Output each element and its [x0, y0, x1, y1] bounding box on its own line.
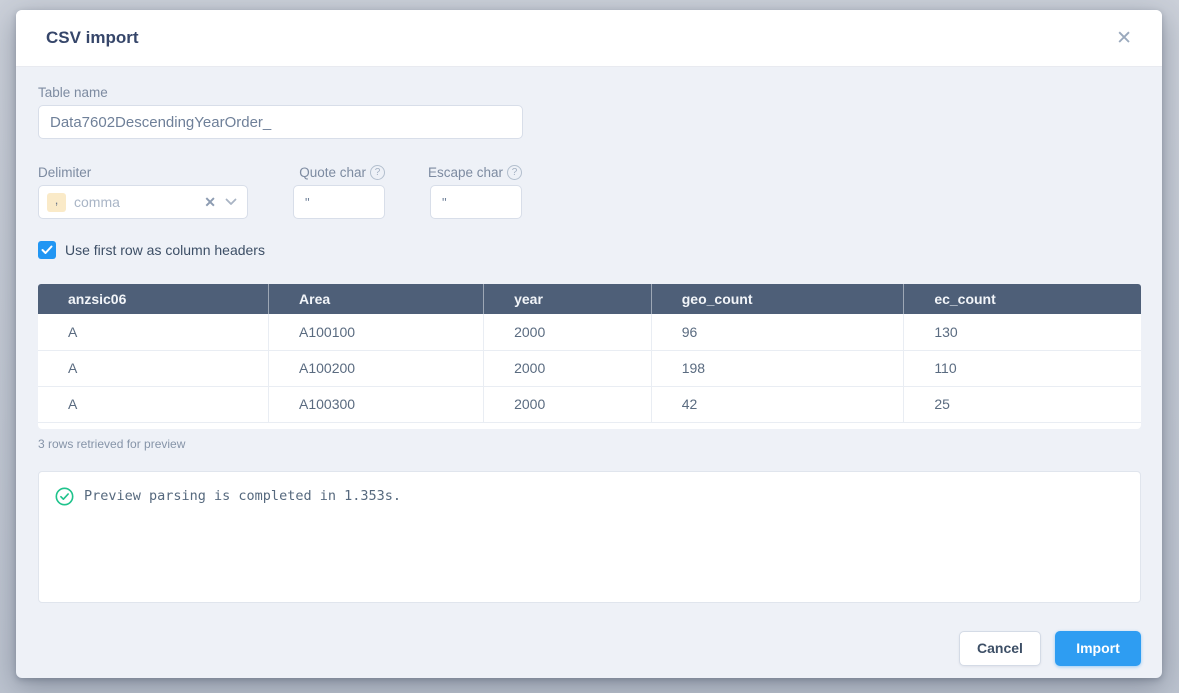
table-cell: 110 [904, 350, 1141, 386]
table-row: AA1002002000198110 [38, 350, 1141, 386]
help-icon[interactable]: ? [370, 165, 385, 180]
quote-char-input[interactable] [293, 185, 385, 219]
quote-char-label: Quote char ? [293, 165, 385, 180]
delimiter-char-badge: , [47, 193, 66, 212]
preview-table-header: anzsic06Areayeargeo_countec_count [38, 284, 1141, 314]
preview-table-body: AA100100200096130AA1002002000198110AA100… [38, 314, 1141, 422]
table-cell: 96 [651, 314, 904, 350]
log-message: Preview parsing is completed in 1.353s. [84, 488, 401, 504]
table-row: AA100100200096130 [38, 314, 1141, 350]
dialog-header: CSV import ✕ [16, 10, 1162, 67]
dialog-body: Table name Delimiter , comma ✕ [16, 67, 1162, 603]
table-cell: 2000 [484, 314, 652, 350]
dialog-footer: Cancel Import [16, 631, 1162, 679]
checkbox-checked-icon[interactable] [38, 241, 56, 259]
escape-char-label: Escape char ? [430, 165, 522, 180]
table-cell: A100200 [269, 350, 484, 386]
table-cell: A [38, 386, 269, 422]
escape-char-group: Escape char ? [430, 165, 522, 219]
cancel-button[interactable]: Cancel [959, 631, 1041, 666]
first-row-headers-checkbox-row[interactable]: Use first row as column headers [38, 241, 1141, 259]
preview-table-container: anzsic06Areayeargeo_countec_count AA1001… [38, 284, 1141, 429]
delimiter-label: Delimiter [38, 165, 248, 180]
success-check-icon [55, 487, 74, 506]
preview-table: anzsic06Areayeargeo_countec_count AA1001… [38, 284, 1141, 423]
quote-char-group: Quote char ? [293, 165, 385, 219]
table-cell: 2000 [484, 350, 652, 386]
help-icon[interactable]: ? [507, 165, 522, 180]
table-cell: A [38, 314, 269, 350]
options-row: Delimiter , comma ✕ Quote char ? [38, 165, 1141, 219]
table-name-label: Table name [38, 85, 1141, 100]
table-cell: A100300 [269, 386, 484, 422]
column-header: ec_count [904, 284, 1141, 314]
delimiter-select[interactable]: , comma ✕ [38, 185, 248, 219]
table-cell: A100100 [269, 314, 484, 350]
import-button[interactable]: Import [1055, 631, 1141, 666]
log-line: Preview parsing is completed in 1.353s. [55, 487, 1124, 506]
delimiter-group: Delimiter , comma ✕ [38, 165, 248, 219]
escape-char-label-text: Escape char [428, 165, 503, 180]
table-cell: 25 [904, 386, 1141, 422]
parse-log-box: Preview parsing is completed in 1.353s. [38, 471, 1141, 603]
table-cell: 198 [651, 350, 904, 386]
csv-import-dialog: CSV import ✕ Table name Delimiter , comm… [16, 10, 1162, 678]
chevron-down-icon[interactable] [225, 198, 237, 206]
column-header: anzsic06 [38, 284, 269, 314]
column-header: year [484, 284, 652, 314]
close-icon[interactable]: ✕ [1110, 25, 1138, 52]
select-icons: ✕ [204, 194, 237, 211]
column-header: Area [269, 284, 484, 314]
escape-char-input[interactable] [430, 185, 522, 219]
rows-retrieved-note: 3 rows retrieved for preview [38, 437, 1141, 451]
dialog-title: CSV import [46, 28, 139, 48]
clear-icon[interactable]: ✕ [204, 194, 216, 211]
delimiter-value: comma [74, 194, 120, 210]
column-header: geo_count [651, 284, 904, 314]
table-cell: 130 [904, 314, 1141, 350]
table-cell: 2000 [484, 386, 652, 422]
quote-char-label-text: Quote char [299, 165, 366, 180]
checkbox-label: Use first row as column headers [65, 242, 265, 258]
table-name-input[interactable] [38, 105, 523, 139]
table-row: AA10030020004225 [38, 386, 1141, 422]
table-cell: A [38, 350, 269, 386]
table-cell: 42 [651, 386, 904, 422]
